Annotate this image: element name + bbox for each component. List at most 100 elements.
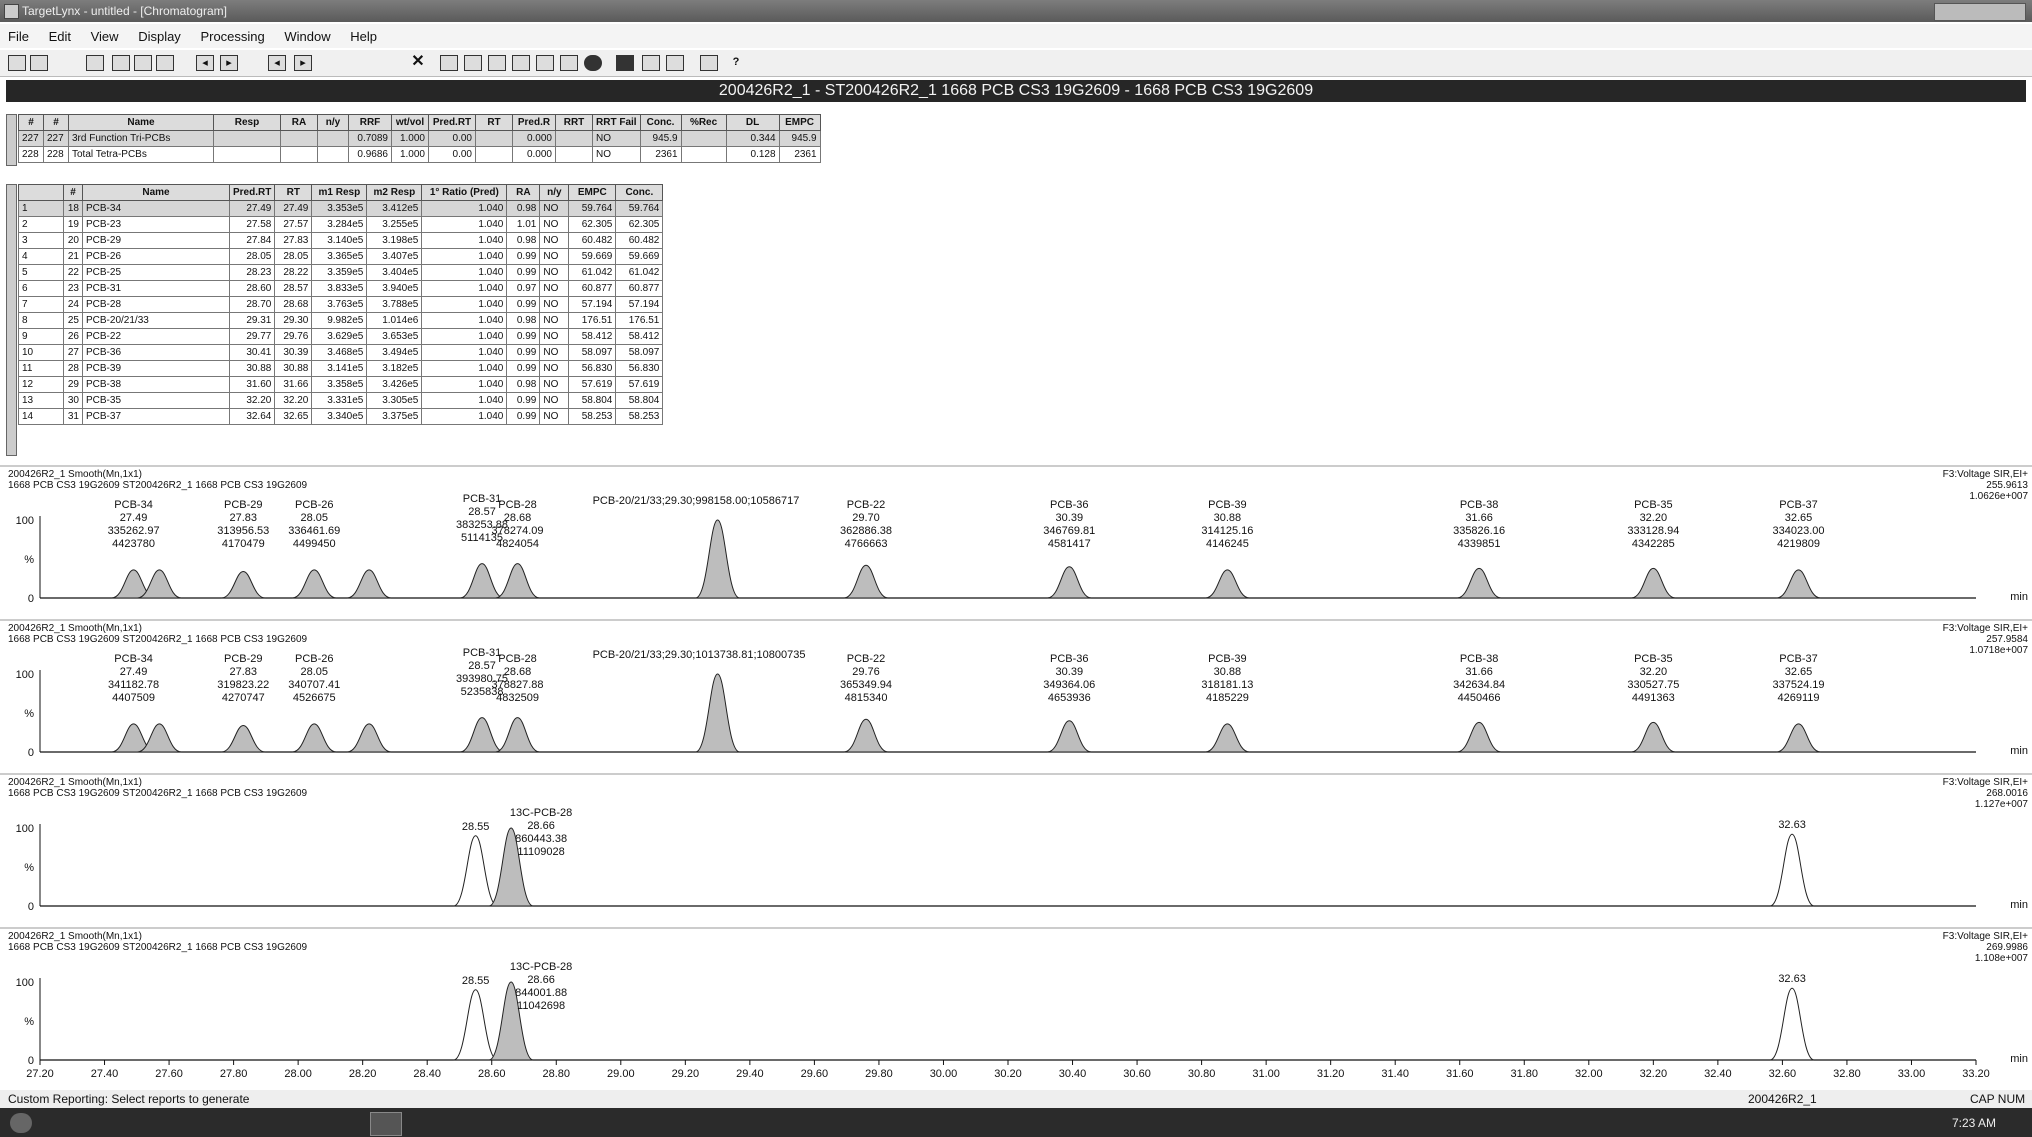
report-icon[interactable]	[134, 55, 152, 71]
compound-cell[interactable]: NO	[539, 296, 570, 313]
compound-cell[interactable]: 2	[18, 216, 64, 233]
summary-cell[interactable]: 2361	[778, 146, 821, 163]
compound-cell[interactable]: 176.51	[568, 312, 617, 329]
summary-cell[interactable]	[213, 146, 281, 163]
summary-row[interactable]: 227 227 3rd Function Tri-PCBs 0.7089 1.000 0.…	[18, 130, 821, 147]
summary-cell[interactable]: 0.344	[725, 130, 780, 147]
integrate-icon[interactable]	[616, 55, 634, 71]
compound-col-header[interactable]: m1 Resp	[311, 184, 368, 201]
compound-col-header[interactable]: m2 Resp	[366, 184, 423, 201]
compound-cell[interactable]: 27.57	[274, 216, 313, 233]
compound-col-header[interactable]: EMPC	[568, 184, 617, 201]
chromatogram-peak[interactable]	[221, 570, 266, 599]
chromatogram-peak[interactable]	[459, 563, 505, 599]
compound-cell[interactable]: 1.040	[421, 392, 508, 409]
compound-cell[interactable]: 28.68	[274, 296, 313, 313]
compound-cell[interactable]: 32.20	[228, 392, 276, 409]
compound-cell[interactable]: 0.99	[506, 344, 541, 361]
compound-cell[interactable]: 28.05	[274, 248, 313, 265]
summary-cell[interactable]	[555, 146, 593, 163]
summary-cell[interactable]	[317, 146, 349, 163]
menu-window[interactable]: Window	[276, 24, 338, 44]
compound-cell[interactable]: 56.830	[615, 360, 664, 377]
chromatogram-peak[interactable]	[453, 989, 498, 1061]
compound-row[interactable]: 12 29 PCB-38 31.60 31.66 3.358e5 3.426e5 1.040 0…	[18, 376, 664, 393]
summary-col-header[interactable]: RRF	[348, 114, 392, 131]
compound-cell[interactable]: PCB-29	[82, 232, 230, 249]
compound-cell[interactable]: 1.040	[421, 216, 508, 233]
compound-cell[interactable]: 57.619	[615, 376, 664, 393]
compound-cell[interactable]: 14	[18, 408, 64, 425]
compound-cell[interactable]: 3.198e5	[366, 232, 423, 249]
grid-icon[interactable]	[642, 55, 660, 71]
chromatogram-peak[interactable]	[292, 569, 337, 599]
compound-cell[interactable]: 59.764	[615, 200, 664, 217]
help-icon[interactable]: ?	[728, 55, 744, 69]
summary-cell[interactable]: 945.9	[639, 130, 682, 147]
summary-row[interactable]: 228 228 Total Tetra-PCBs 0.9686 1.000 0.00 0.0…	[18, 146, 821, 163]
chromatogram-peak[interactable]	[453, 835, 498, 907]
compound-cell[interactable]: 1	[18, 200, 64, 217]
compound-cell[interactable]: 30	[63, 392, 83, 409]
chromatogram-peak[interactable]	[1631, 567, 1676, 599]
compound-cell[interactable]: PCB-37	[82, 408, 230, 425]
next-icon[interactable]: ▸	[220, 55, 238, 71]
compound-cell[interactable]: 28.70	[228, 296, 276, 313]
forward-icon[interactable]: ▸	[294, 55, 312, 71]
compound-cell[interactable]: 28	[63, 360, 83, 377]
compound-cell[interactable]: NO	[539, 280, 570, 297]
print-preview-icon[interactable]	[86, 55, 104, 71]
compound-cell[interactable]: NO	[539, 264, 570, 281]
summary-cell[interactable]: 227	[43, 130, 69, 147]
compound-cell[interactable]: 9	[18, 328, 64, 345]
compound-cell[interactable]: 20	[63, 232, 83, 249]
compound-cell[interactable]: PCB-39	[82, 360, 230, 377]
compound-row[interactable]: 9 26 PCB-22 29.77 29.76 3.629e5 3.653e5 1.040 0.…	[18, 328, 664, 345]
summary-col-header[interactable]: RT	[475, 114, 513, 131]
summary-cell[interactable]	[280, 146, 318, 163]
compound-cell[interactable]: 58.804	[568, 392, 617, 409]
summary-cell[interactable]	[280, 130, 318, 147]
chromatogram-peak[interactable]	[459, 717, 505, 753]
compound-cell[interactable]: 3.629e5	[311, 328, 368, 345]
summary-cell[interactable]	[680, 130, 727, 147]
compound-cell[interactable]: 0.99	[506, 408, 541, 425]
compound-cell[interactable]: NO	[539, 408, 570, 425]
compound-cell[interactable]: 1.040	[421, 200, 508, 217]
globe-icon[interactable]	[584, 55, 602, 71]
compound-col-header[interactable]: #	[63, 184, 83, 201]
compound-row[interactable]: 14 31 PCB-37 32.64 32.65 3.340e5 3.375e5 1.040 0…	[18, 408, 664, 425]
summary-cell[interactable]	[475, 146, 513, 163]
compound-cell[interactable]: NO	[539, 328, 570, 345]
compound-cell[interactable]: 1.040	[421, 232, 508, 249]
summary-col-header[interactable]: EMPC	[778, 114, 821, 131]
compound-cell[interactable]: 58.804	[615, 392, 664, 409]
summary-cell[interactable]	[317, 130, 349, 147]
compound-cell[interactable]: 59.764	[568, 200, 617, 217]
compound-cell[interactable]: 8	[18, 312, 64, 329]
chromatogram-peak[interactable]	[221, 724, 266, 753]
summary-cell[interactable]: 3rd Function Tri-PCBs	[68, 130, 214, 147]
summary-cell[interactable]: 227	[18, 130, 44, 147]
compound-cell[interactable]: 28.57	[274, 280, 313, 297]
compound-cell[interactable]: 3.940e5	[366, 280, 423, 297]
compound-cell[interactable]: 3.359e5	[311, 264, 368, 281]
chromatogram-peak[interactable]	[1776, 723, 1821, 753]
compound-cell[interactable]: PCB-26	[82, 248, 230, 265]
compound-col-header[interactable]: RA	[506, 184, 541, 201]
compound-cell[interactable]: NO	[539, 376, 570, 393]
compound-cell[interactable]: 0.98	[506, 376, 541, 393]
compound-cell[interactable]: 3.305e5	[366, 392, 423, 409]
compound-cell[interactable]: PCB-23	[82, 216, 230, 233]
compound-cell[interactable]: 60.482	[568, 232, 617, 249]
view-chrom-icon[interactable]	[464, 55, 482, 71]
compound-cell[interactable]: 1.01	[506, 216, 541, 233]
compound-cell[interactable]: 61.042	[568, 264, 617, 281]
summary-cell[interactable]: 0.9686	[348, 146, 392, 163]
summary-cell[interactable]: 945.9	[778, 130, 821, 147]
summary-col-header[interactable]: n/y	[317, 114, 349, 131]
compound-cell[interactable]: 61.042	[615, 264, 664, 281]
compound-cell[interactable]: 58.412	[568, 328, 617, 345]
menu-edit[interactable]: Edit	[41, 24, 79, 44]
compound-cell[interactable]: 3.284e5	[311, 216, 368, 233]
